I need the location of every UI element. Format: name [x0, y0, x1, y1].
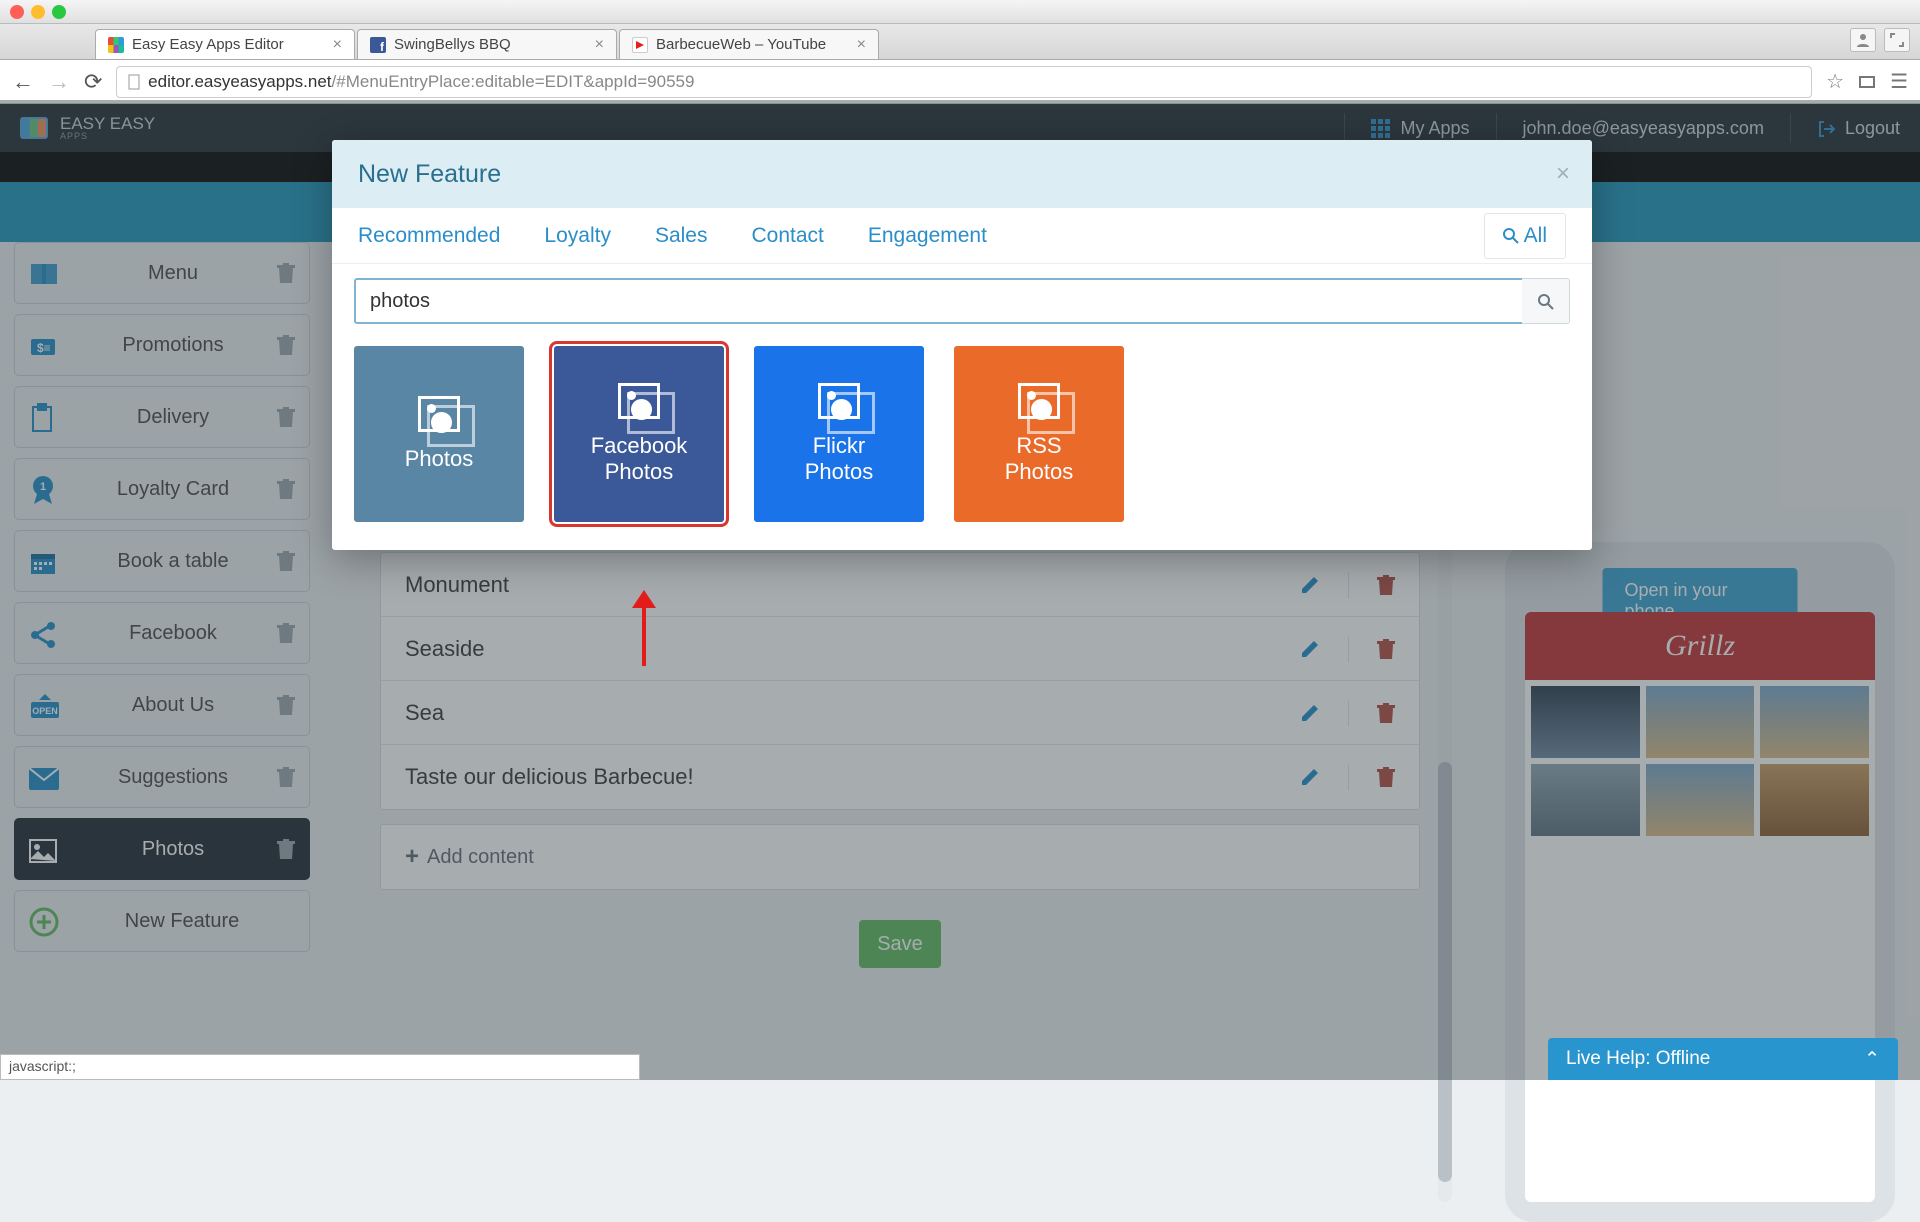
feature-search-button[interactable] — [1522, 278, 1570, 324]
search-icon — [1538, 294, 1554, 310]
search-icon — [1503, 228, 1519, 244]
tab-close-icon[interactable]: × — [857, 36, 866, 54]
browser-tabstrip: Easy Easy Apps Editor × SwingBellys BBQ … — [0, 24, 1920, 60]
photo-stack-icon — [418, 396, 460, 432]
filter-all-label: All — [1524, 224, 1547, 247]
user-menu-icon[interactable] — [1850, 28, 1876, 52]
tab-editor[interactable]: Easy Easy Apps Editor × — [95, 29, 355, 59]
filter-all-button[interactable]: All — [1484, 213, 1566, 259]
modal-tabs: Recommended Loyalty Sales Contact Engagement… — [332, 208, 1592, 264]
feature-card-rss-photos[interactable]: RSSPhotos — [954, 346, 1124, 522]
window-minimize-dot[interactable] — [31, 5, 45, 19]
photo-stack-icon — [818, 383, 860, 419]
favicon-grid-icon — [108, 37, 124, 53]
window-close-dot[interactable] — [10, 5, 24, 19]
url-input[interactable]: editor.easyeasyapps.net/#MenuEntryPlace:… — [116, 66, 1812, 98]
modal-tab-recommended[interactable]: Recommended — [358, 224, 500, 248]
card-label: Photos — [405, 446, 474, 472]
feature-card-flickr-photos[interactable]: FlickrPhotos — [754, 346, 924, 522]
modal-tab-sales[interactable]: Sales — [655, 224, 708, 248]
photo-stack-icon — [1018, 383, 1060, 419]
tab-label: Easy Easy Apps Editor — [132, 36, 284, 53]
tab-label: BarbecueWeb – YouTube — [656, 36, 826, 53]
tab-barbecueweb[interactable]: BarbecueWeb – YouTube × — [619, 29, 879, 59]
url-path: /#MenuEntryPlace:editable=EDIT&appId=905… — [332, 72, 695, 92]
favicon-youtube-icon — [632, 37, 648, 53]
bookmark-star-icon[interactable]: ☆ — [1826, 69, 1844, 94]
hamburger-menu-icon[interactable]: ☰ — [1890, 69, 1908, 94]
window-expand-icon[interactable] — [1884, 28, 1910, 52]
modal-tab-engagement[interactable]: Engagement — [868, 224, 987, 248]
modal-close-icon[interactable]: × — [1556, 160, 1570, 188]
nav-reload-icon[interactable]: ⟳ — [84, 69, 102, 95]
modal-tab-loyalty[interactable]: Loyalty — [544, 224, 611, 248]
browser-status-bar: javascript:; — [0, 1054, 640, 1080]
browser-urlbar: ← → ⟳ editor.easyeasyapps.net/#MenuEntry… — [0, 60, 1920, 104]
window-zoom-dot[interactable] — [52, 5, 66, 19]
live-help-widget[interactable]: Live Help: Offline ⌃ — [1548, 1038, 1898, 1080]
photo-stack-icon — [618, 383, 660, 419]
presentation-mode-icon[interactable] — [1858, 70, 1876, 93]
card-label: RSSPhotos — [1005, 433, 1074, 486]
card-label: FacebookPhotos — [591, 433, 688, 486]
new-feature-modal: New Feature × Recommended Loyalty Sales Con… — [332, 140, 1592, 550]
card-label: FlickrPhotos — [805, 433, 874, 486]
modal-header: New Feature × — [332, 140, 1592, 208]
feature-card-photos[interactable]: Photos — [354, 346, 524, 522]
url-host: editor.easyeasyapps.net — [148, 72, 331, 92]
feature-search-input[interactable] — [354, 278, 1522, 324]
modal-title: New Feature — [358, 160, 501, 189]
chevron-up-icon: ⌃ — [1864, 1048, 1880, 1071]
tab-close-icon[interactable]: × — [595, 36, 604, 54]
live-help-label: Live Help: Offline — [1566, 1048, 1710, 1070]
favicon-facebook-icon — [370, 37, 386, 53]
modal-tab-contact[interactable]: Contact — [751, 224, 823, 248]
os-titlebar — [0, 0, 1920, 24]
nav-forward-icon[interactable]: → — [48, 69, 70, 95]
feature-card-facebook-photos[interactable]: FacebookPhotos — [554, 346, 724, 522]
tab-swingbellys[interactable]: SwingBellys BBQ × — [357, 29, 617, 59]
tab-close-icon[interactable]: × — [333, 36, 342, 54]
tab-label: SwingBellys BBQ — [394, 36, 511, 53]
page-icon — [127, 74, 143, 90]
nav-back-icon[interactable]: ← — [12, 69, 34, 95]
